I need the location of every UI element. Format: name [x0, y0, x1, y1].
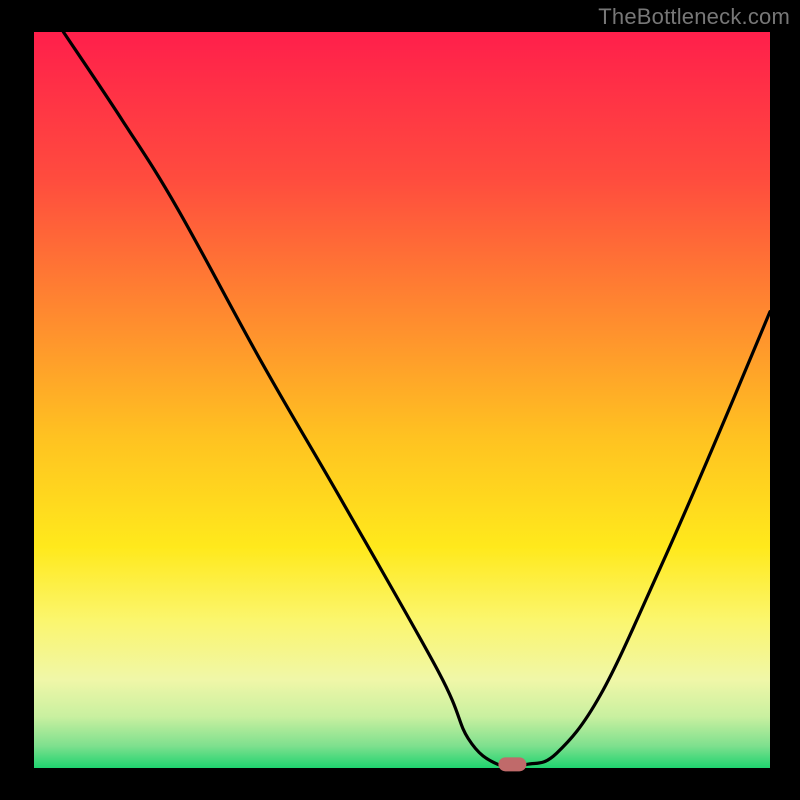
- plot-background: [34, 32, 770, 768]
- watermark-text: TheBottleneck.com: [598, 4, 790, 30]
- chart-container: TheBottleneck.com: [0, 0, 800, 800]
- bottleneck-chart: [0, 0, 800, 800]
- optimal-point-marker: [498, 757, 526, 771]
